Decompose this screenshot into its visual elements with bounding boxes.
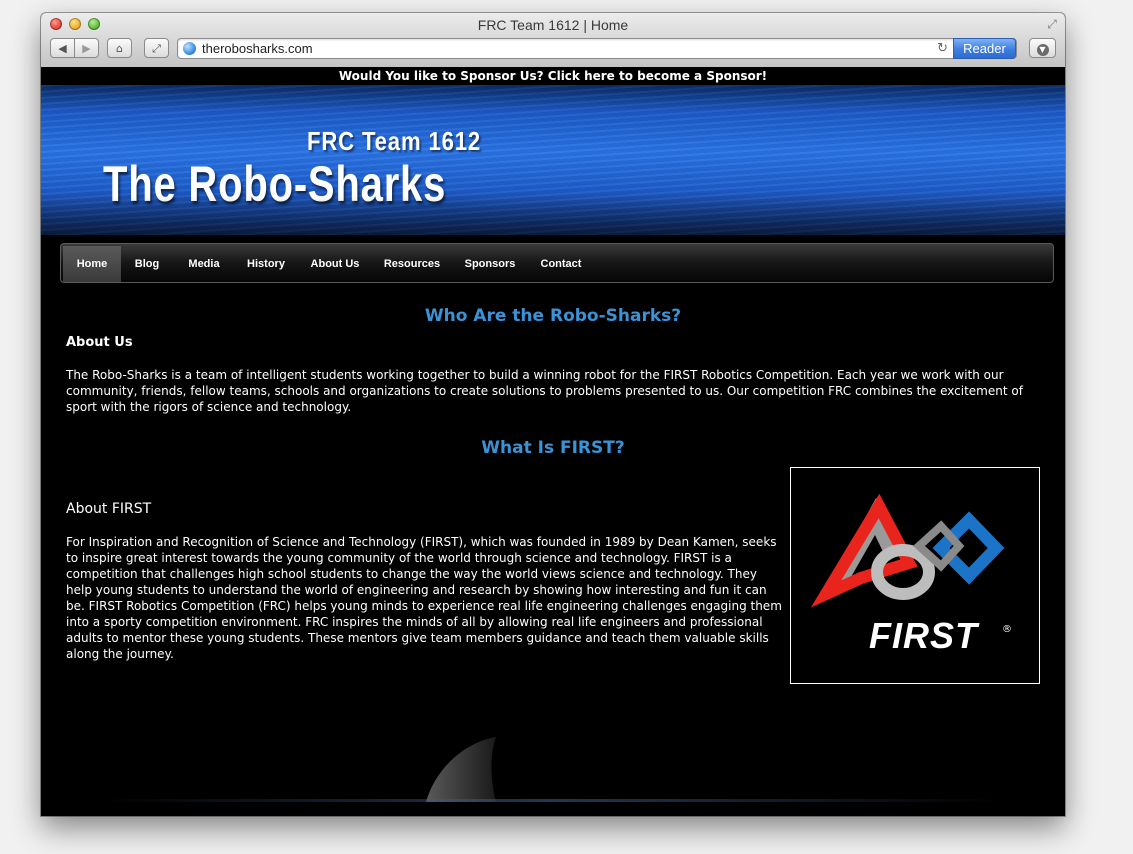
back-arrow-icon: ◀ (58, 42, 67, 55)
browser-window: FRC Team 1612 | Home ⤢ ◀ ▶ ⌂ ⤢ therobosh… (41, 13, 1065, 816)
nav-history[interactable]: History (241, 246, 291, 282)
expand-button[interactable]: ⤢ (144, 38, 169, 58)
about-us-heading: About Us (66, 335, 133, 350)
web-page: Would You like to Sponsor Us? Click here… (41, 67, 1065, 816)
header-banner: FRC Team 1612 The Robo-Sharks (41, 85, 1065, 235)
main-nav: Home Blog Media History About Us Resourc… (60, 243, 1054, 283)
about-us-text: The Robo-Sharks is a team of intelligent… (66, 368, 1023, 414)
browser-toolbar: FRC Team 1612 | Home ⤢ ◀ ▶ ⌂ ⤢ therobosh… (41, 13, 1065, 68)
home-icon: ⌂ (116, 42, 123, 55)
section-title-first: What Is FIRST? (481, 438, 625, 458)
home-button[interactable]: ⌂ (107, 38, 132, 58)
reader-button[interactable]: Reader (953, 38, 1016, 59)
sponsor-link[interactable]: Would You like to Sponsor Us? Click here… (41, 67, 1065, 85)
first-logo-text: FIRST (869, 615, 978, 656)
window-title: FRC Team 1612 | Home (477, 17, 629, 33)
address-bar[interactable]: therobosharks.com ↻ Reader (177, 38, 1017, 59)
globe-icon (183, 42, 196, 55)
registered-mark: ® (1002, 624, 1012, 635)
nav-about-us[interactable]: About Us (305, 246, 365, 282)
nav-contact[interactable]: Contact (535, 246, 587, 282)
shark-fin-icon (426, 737, 496, 802)
team-number: FRC Team 1612 (307, 126, 482, 156)
downloads-button[interactable]: ▼ (1029, 38, 1056, 58)
first-logo: FIRST ® (790, 467, 1040, 684)
team-name: The Robo-Sharks (103, 156, 447, 212)
about-first-text: For Inspiration and Recognition of Scien… (66, 535, 782, 661)
about-first-heading: About FIRST (66, 501, 152, 517)
nav-blog[interactable]: Blog (127, 246, 167, 282)
fullscreen-icon[interactable]: ⤢ (1045, 17, 1059, 31)
expand-arrows-icon: ⤢ (152, 42, 161, 55)
nav-resources[interactable]: Resources (379, 246, 445, 282)
back-button[interactable]: ◀ (50, 38, 75, 58)
nav-home[interactable]: Home (63, 246, 121, 282)
forward-button[interactable]: ▶ (74, 38, 99, 58)
download-icon: ▼ (1036, 44, 1049, 56)
forward-arrow-icon: ▶ (82, 42, 91, 55)
nav-media[interactable]: Media (181, 246, 227, 282)
nav-sponsors[interactable]: Sponsors (459, 246, 521, 282)
url-text[interactable]: therobosharks.com (202, 41, 313, 56)
section-title-who: Who Are the Robo-Sharks? (424, 306, 682, 326)
reload-icon[interactable]: ↻ (937, 41, 948, 56)
water-line (101, 799, 1001, 802)
